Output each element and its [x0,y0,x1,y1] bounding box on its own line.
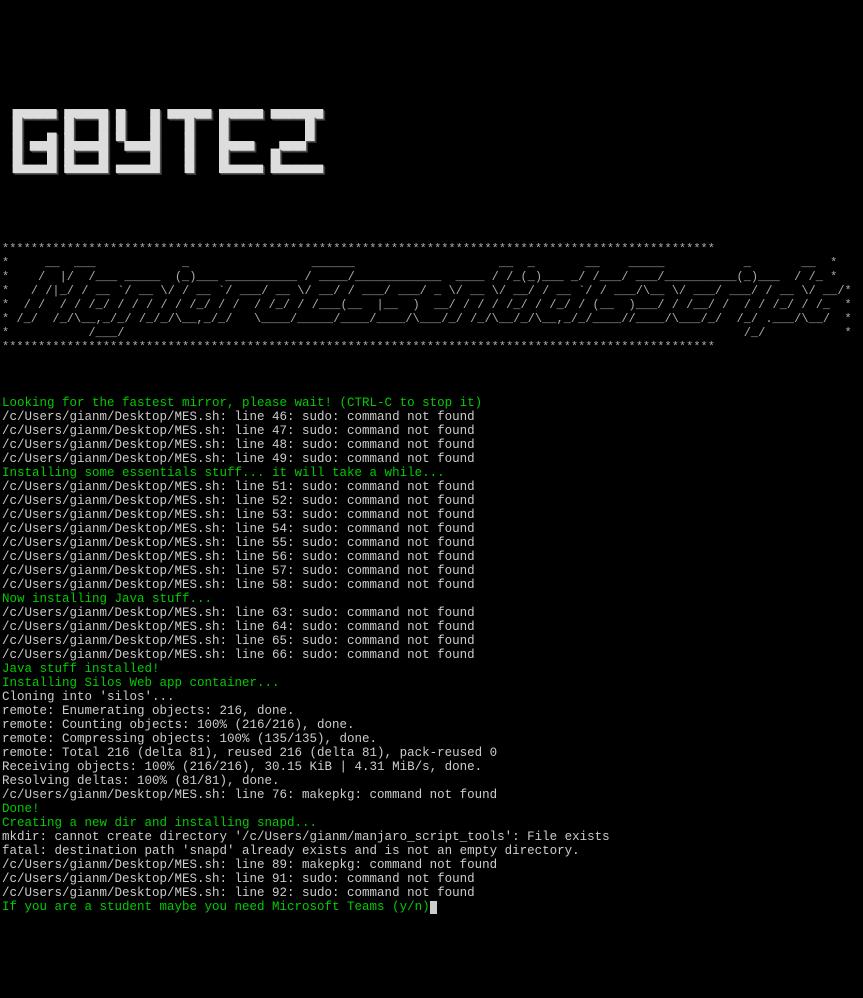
terminal-line: remote: Counting objects: 100% (216/216)… [0,718,863,732]
terminal-line: /c/Users/gianm/Desktop/MES.sh: line 54: … [0,522,863,536]
terminal-line: Cloning into 'silos'... [0,690,863,704]
terminal-line: /c/Users/gianm/Desktop/MES.sh: line 47: … [0,424,863,438]
terminal-line: Receiving objects: 100% (216/216), 30.15… [0,760,863,774]
terminal-line: Looking for the fastest mirror, please w… [0,396,863,410]
terminal-line: /c/Users/gianm/Desktop/MES.sh: line 49: … [0,452,863,466]
terminal-line: Now installing Java stuff... [0,592,863,606]
terminal-line: /c/Users/gianm/Desktop/MES.sh: line 58: … [0,578,863,592]
terminal-line: /c/Users/gianm/Desktop/MES.sh: line 52: … [0,494,863,508]
terminal-line: remote: Total 216 (delta 81), reused 216… [0,746,863,760]
terminal-line: /c/Users/gianm/Desktop/MES.sh: line 48: … [0,438,863,452]
terminal-line: /c/Users/gianm/Desktop/MES.sh: line 92: … [0,886,863,900]
terminal-line: /c/Users/gianm/Desktop/MES.sh: line 91: … [0,872,863,886]
terminal-line: /c/Users/gianm/Desktop/MES.sh: line 65: … [0,634,863,648]
terminal-line: /c/Users/gianm/Desktop/MES.sh: line 53: … [0,508,863,522]
terminal-output: Looking for the fastest mirror, please w… [0,382,863,914]
terminal-line: remote: Enumerating objects: 216, done. [0,704,863,718]
terminal-line: Installing Silos Web app container... [0,676,863,690]
terminal-line: /c/Users/gianm/Desktop/MES.sh: line 46: … [0,410,863,424]
terminal-line: Installing some essentials stuff... it w… [0,466,863,480]
terminal-line: Creating a new dir and installing snapd.… [0,816,863,830]
terminal-line: /c/Users/gianm/Desktop/MES.sh: line 51: … [0,480,863,494]
terminal-line: /c/Users/gianm/Desktop/MES.sh: line 66: … [0,648,863,662]
terminal-line: /c/Users/gianm/Desktop/MES.sh: line 55: … [0,536,863,550]
terminal-line: Java stuff installed! [0,662,863,676]
terminal-line: /c/Users/gianm/Desktop/MES.sh: line 89: … [0,858,863,872]
terminal-line: Done! [0,802,863,816]
terminal-line: /c/Users/gianm/Desktop/MES.sh: line 76: … [0,788,863,802]
terminal-line: Resolving deltas: 100% (81/81), done. [0,774,863,788]
terminal-line: mkdir: cannot create directory '/c/Users… [0,830,863,844]
terminal-line [0,382,863,396]
ascii-header: ****************************************… [0,242,863,354]
input-prompt[interactable]: If you are a student maybe you need Micr… [0,900,863,914]
terminal-line: /c/Users/gianm/Desktop/MES.sh: line 56: … [0,550,863,564]
logo-banner: ▄▄▄▄▄ ▄▄▄▄▄ ▄ ▄ ▄▄▄▄▄ ▄▄▄▄▄ ▄▄▄▄▄▄ █ █ █… [0,86,863,214]
terminal-window[interactable]: ▄▄▄▄▄ ▄▄▄▄▄ ▄ ▄ ▄▄▄▄▄ ▄▄▄▄▄ ▄▄▄▄▄▄ █ █ █… [0,56,863,928]
terminal-line: remote: Compressing objects: 100% (135/1… [0,732,863,746]
terminal-line: fatal: destination path 'snapd' already … [0,844,863,858]
terminal-line: /c/Users/gianm/Desktop/MES.sh: line 57: … [0,564,863,578]
cursor [430,901,437,914]
terminal-line: /c/Users/gianm/Desktop/MES.sh: line 63: … [0,606,863,620]
terminal-line: /c/Users/gianm/Desktop/MES.sh: line 64: … [0,620,863,634]
